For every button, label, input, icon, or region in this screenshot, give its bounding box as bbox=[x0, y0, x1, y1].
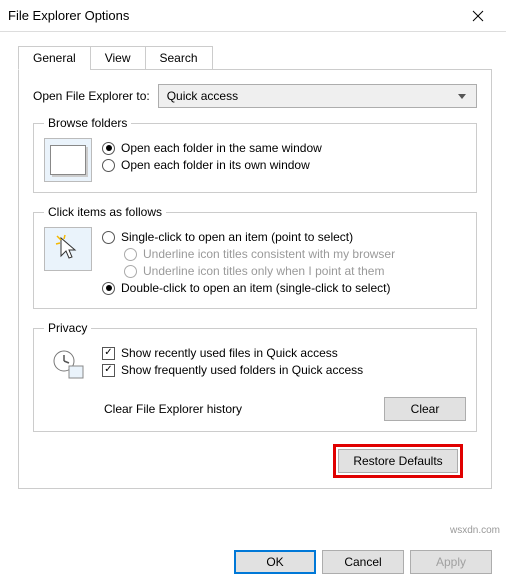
radio-label: Double-click to open an item (single-cli… bbox=[121, 281, 390, 295]
watermark-text: wsxdn.com bbox=[450, 525, 500, 536]
clear-history-label: Clear File Explorer history bbox=[104, 402, 384, 416]
radio-label: Open each folder in the same window bbox=[121, 141, 322, 155]
cursor-icon bbox=[55, 234, 81, 264]
radio-label: Open each folder in its own window bbox=[121, 158, 310, 172]
radio-underline-point: Underline icon titles only when I point … bbox=[124, 264, 466, 278]
radio-icon bbox=[102, 231, 115, 244]
window-title: File Explorer Options bbox=[8, 8, 458, 23]
radio-icon bbox=[102, 142, 115, 155]
window-picture-icon bbox=[50, 145, 86, 175]
tab-search[interactable]: Search bbox=[145, 46, 213, 70]
checkbox-label: Show recently used files in Quick access bbox=[121, 346, 338, 360]
radio-label: Single-click to open an item (point to s… bbox=[121, 230, 353, 244]
radio-own-window[interactable]: Open each folder in its own window bbox=[102, 158, 466, 172]
open-to-value: Quick access bbox=[167, 89, 238, 103]
tab-view[interactable]: View bbox=[90, 46, 146, 70]
checkbox-icon bbox=[102, 364, 115, 377]
privacy-group: Privacy Show recently used files in Quic… bbox=[33, 321, 477, 432]
open-to-dropdown[interactable]: Quick access bbox=[158, 84, 477, 108]
radio-label: Underline icon titles consistent with my… bbox=[143, 247, 395, 261]
checkbox-frequent-folders[interactable]: Show frequently used folders in Quick ac… bbox=[102, 363, 466, 377]
clear-button[interactable]: Clear bbox=[384, 397, 466, 421]
click-items-icon bbox=[44, 227, 92, 271]
restore-defaults-button[interactable]: Restore Defaults bbox=[338, 449, 458, 473]
radio-double-click[interactable]: Double-click to open an item (single-cli… bbox=[102, 281, 466, 295]
cancel-button[interactable]: Cancel bbox=[322, 550, 404, 574]
browse-folders-icon bbox=[44, 138, 92, 182]
apply-button[interactable]: Apply bbox=[410, 550, 492, 574]
radio-label: Underline icon titles only when I point … bbox=[143, 264, 384, 278]
radio-icon bbox=[102, 282, 115, 295]
close-icon bbox=[472, 10, 484, 22]
radio-icon bbox=[124, 248, 137, 261]
browse-folders-group: Browse folders Open each folder in the s… bbox=[33, 116, 477, 193]
open-to-label: Open File Explorer to: bbox=[33, 89, 150, 103]
radio-same-window[interactable]: Open each folder in the same window bbox=[102, 141, 466, 155]
radio-single-click[interactable]: Single-click to open an item (point to s… bbox=[102, 230, 466, 244]
tab-panel-general: Open File Explorer to: Quick access Brow… bbox=[18, 69, 492, 489]
click-items-legend: Click items as follows bbox=[44, 205, 166, 219]
tab-strip: General View Search bbox=[18, 46, 506, 70]
radio-icon bbox=[124, 265, 137, 278]
privacy-icon bbox=[44, 343, 92, 387]
tab-general[interactable]: General bbox=[18, 46, 91, 70]
checkbox-recent-files[interactable]: Show recently used files in Quick access bbox=[102, 346, 466, 360]
privacy-legend: Privacy bbox=[44, 321, 91, 335]
browse-folders-legend: Browse folders bbox=[44, 116, 131, 130]
checkbox-label: Show frequently used folders in Quick ac… bbox=[121, 363, 363, 377]
radio-icon bbox=[102, 159, 115, 172]
restore-highlight: Restore Defaults bbox=[333, 444, 463, 478]
checkbox-icon bbox=[102, 347, 115, 360]
clock-history-icon bbox=[51, 348, 85, 382]
close-button[interactable] bbox=[458, 1, 498, 31]
radio-underline-browser: Underline icon titles consistent with my… bbox=[124, 247, 466, 261]
ok-button[interactable]: OK bbox=[234, 550, 316, 574]
open-to-row: Open File Explorer to: Quick access bbox=[33, 84, 477, 108]
titlebar: File Explorer Options bbox=[0, 0, 506, 32]
dialog-buttons: OK Cancel Apply bbox=[234, 550, 492, 574]
click-items-group: Click items as follows Single-click to o… bbox=[33, 205, 477, 309]
